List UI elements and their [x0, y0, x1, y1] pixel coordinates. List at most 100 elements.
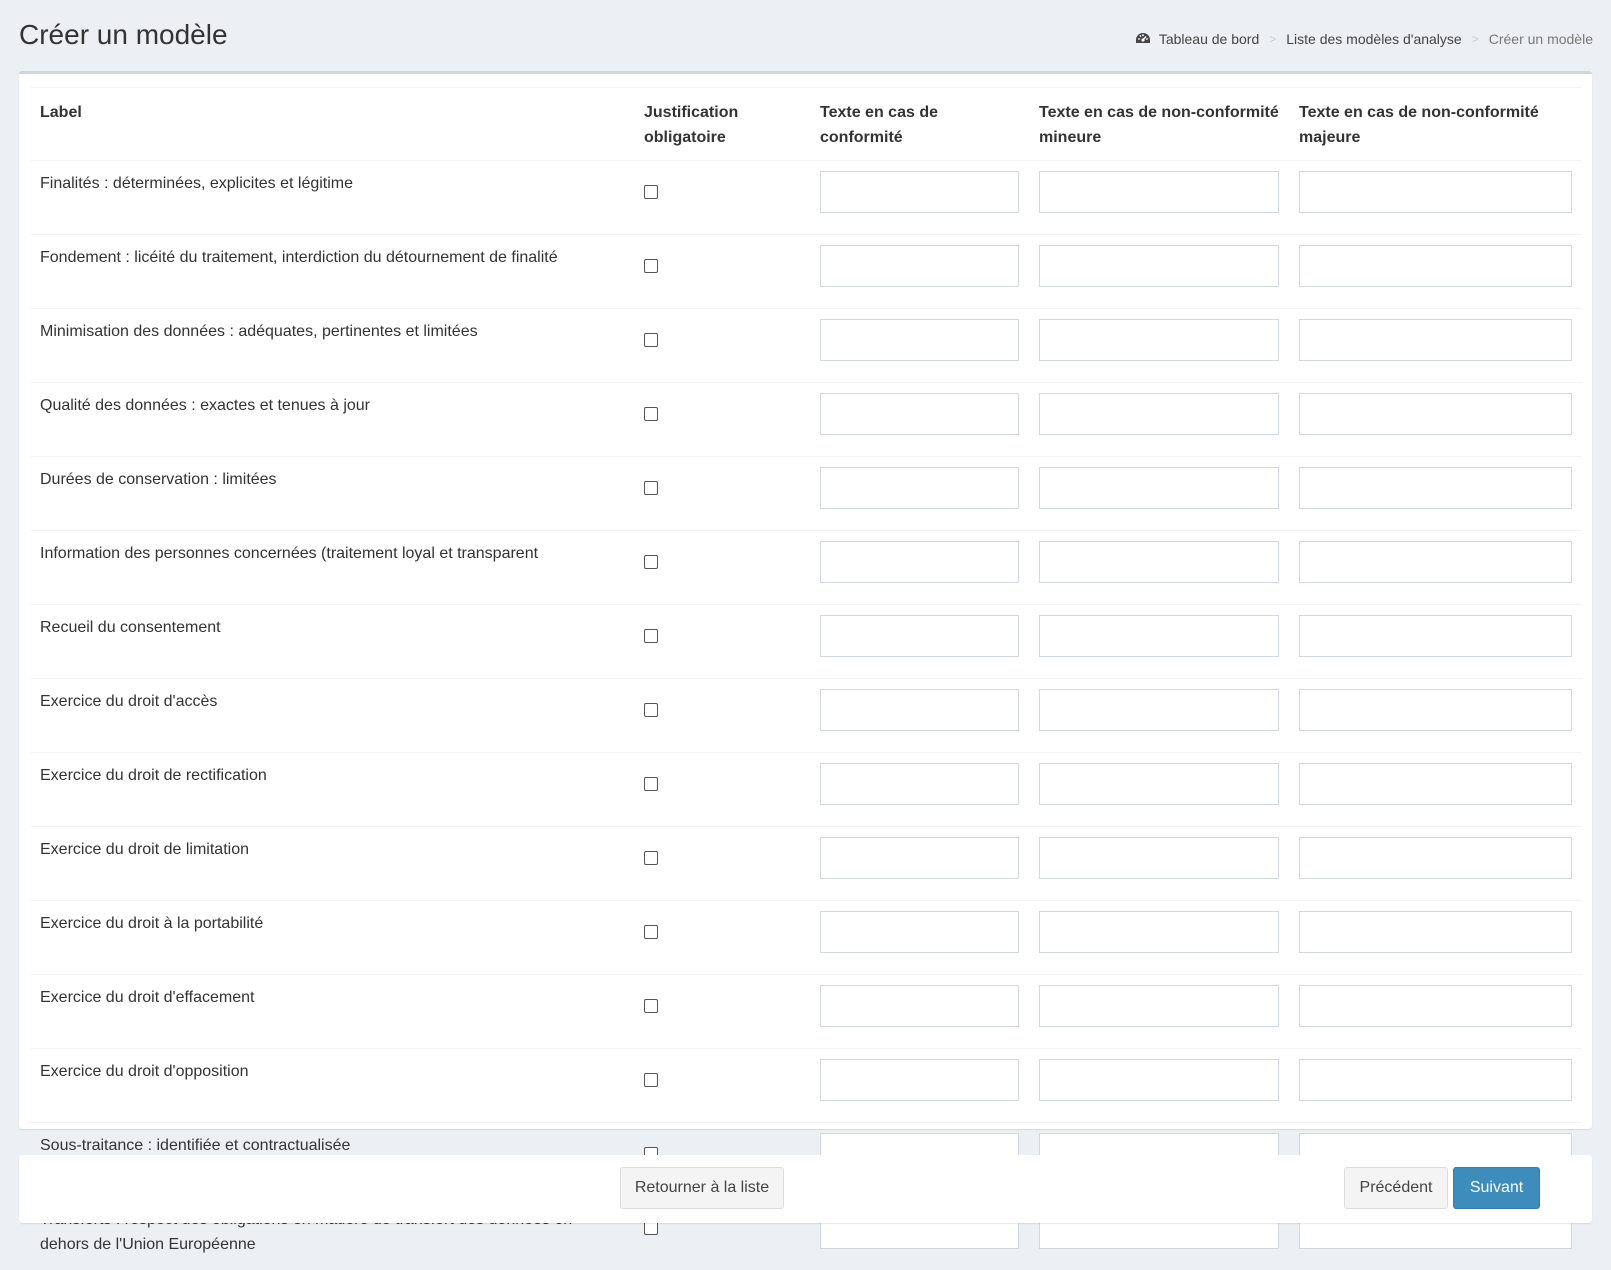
minor-nonconformity-text-input[interactable] — [1039, 985, 1279, 1027]
conformity-text-cell — [810, 309, 1029, 383]
minor-nonconformity-text-cell — [1029, 161, 1289, 235]
column-header-label: Label — [30, 88, 634, 161]
table-row: Finalités : déterminées, explicites et l… — [30, 161, 1582, 235]
row-label: Exercice du droit d'opposition — [30, 1049, 634, 1123]
minor-nonconformity-text-input[interactable] — [1039, 319, 1279, 361]
row-label: Qualité des données : exactes et tenues … — [30, 383, 634, 457]
conformity-text-cell — [810, 827, 1029, 901]
major-nonconformity-text-input[interactable] — [1299, 245, 1572, 287]
conformity-text-input[interactable] — [820, 319, 1019, 361]
major-nonconformity-text-input[interactable] — [1299, 467, 1572, 509]
minor-nonconformity-text-cell — [1029, 679, 1289, 753]
justification-checkbox[interactable] — [644, 555, 658, 569]
conformity-text-input[interactable] — [820, 393, 1019, 435]
minor-nonconformity-text-input[interactable] — [1039, 171, 1279, 213]
conformity-text-input[interactable] — [820, 911, 1019, 953]
back-to-list-button[interactable]: Retourner à la liste — [620, 1167, 784, 1209]
justification-checkbox[interactable] — [644, 1073, 658, 1087]
justification-checkbox[interactable] — [644, 851, 658, 865]
justification-checkbox[interactable] — [644, 925, 658, 939]
major-nonconformity-text-cell — [1289, 975, 1582, 1049]
minor-nonconformity-text-input[interactable] — [1039, 467, 1279, 509]
table-row: Exercice du droit d'effacement — [30, 975, 1582, 1049]
conformity-text-input[interactable] — [820, 1059, 1019, 1101]
conformity-text-cell — [810, 1049, 1029, 1123]
row-label: Minimisation des données : adéquates, pe… — [30, 309, 634, 383]
minor-nonconformity-text-input[interactable] — [1039, 1059, 1279, 1101]
conformity-text-input[interactable] — [820, 763, 1019, 805]
major-nonconformity-text-input[interactable] — [1299, 615, 1572, 657]
justification-checkbox[interactable] — [644, 1221, 658, 1235]
conformity-text-input[interactable] — [820, 245, 1019, 287]
row-label: Exercice du droit de rectification — [30, 753, 634, 827]
next-button[interactable]: Suivant — [1453, 1167, 1540, 1209]
conformity-text-cell — [810, 679, 1029, 753]
column-header-justification: Justification obligatoire — [634, 88, 810, 161]
justification-cell — [634, 1049, 810, 1123]
conformity-text-cell — [810, 901, 1029, 975]
dashboard-icon — [1135, 31, 1151, 47]
major-nonconformity-text-cell — [1289, 531, 1582, 605]
major-nonconformity-text-input[interactable] — [1299, 985, 1572, 1027]
breadcrumb-separator: > — [1269, 28, 1276, 50]
justification-checkbox[interactable] — [644, 703, 658, 717]
conformity-text-cell — [810, 753, 1029, 827]
minor-nonconformity-text-input[interactable] — [1039, 837, 1279, 879]
major-nonconformity-text-input[interactable] — [1299, 171, 1572, 213]
justification-checkbox[interactable] — [644, 259, 658, 273]
major-nonconformity-text-input[interactable] — [1299, 837, 1572, 879]
major-nonconformity-text-input[interactable] — [1299, 393, 1572, 435]
minor-nonconformity-text-input[interactable] — [1039, 911, 1279, 953]
minor-nonconformity-text-input[interactable] — [1039, 689, 1279, 731]
major-nonconformity-text-input[interactable] — [1299, 763, 1572, 805]
row-label: Fondement : licéité du traitement, inter… — [30, 235, 634, 309]
major-nonconformity-text-input[interactable] — [1299, 689, 1572, 731]
table-row: Recueil du consentement — [30, 605, 1582, 679]
minor-nonconformity-text-input[interactable] — [1039, 245, 1279, 287]
breadcrumb-models-list-link[interactable]: Liste des modèles d'analyse — [1286, 28, 1461, 50]
major-nonconformity-text-input[interactable] — [1299, 1059, 1572, 1101]
minor-nonconformity-text-input[interactable] — [1039, 541, 1279, 583]
justification-cell — [634, 457, 810, 531]
table-row: Information des personnes concernées (tr… — [30, 531, 1582, 605]
justification-checkbox[interactable] — [644, 999, 658, 1013]
table-row: Exercice du droit d'opposition — [30, 1049, 1582, 1123]
major-nonconformity-text-input[interactable] — [1299, 541, 1572, 583]
major-nonconformity-text-input[interactable] — [1299, 319, 1572, 361]
minor-nonconformity-text-cell — [1029, 605, 1289, 679]
models-form-box: Label Justification obligatoire Texte en… — [19, 71, 1592, 1129]
justification-checkbox[interactable] — [644, 481, 658, 495]
row-label: Exercice du droit d'accès — [30, 679, 634, 753]
justification-checkbox[interactable] — [644, 185, 658, 199]
justification-cell — [634, 679, 810, 753]
justification-checkbox[interactable] — [644, 333, 658, 347]
table-row: Fondement : licéité du traitement, inter… — [30, 235, 1582, 309]
major-nonconformity-text-cell — [1289, 679, 1582, 753]
previous-button[interactable]: Précédent — [1344, 1167, 1448, 1209]
minor-nonconformity-text-cell — [1029, 383, 1289, 457]
justification-checkbox[interactable] — [644, 629, 658, 643]
content-header: Créer un modèle Tableau de bord > Liste … — [0, 0, 1611, 71]
minor-nonconformity-text-cell — [1029, 531, 1289, 605]
conformity-text-input[interactable] — [820, 689, 1019, 731]
major-nonconformity-text-input[interactable] — [1299, 911, 1572, 953]
conformity-text-cell — [810, 605, 1029, 679]
conformity-text-input[interactable] — [820, 985, 1019, 1027]
conformity-text-input[interactable] — [820, 837, 1019, 879]
justification-checkbox[interactable] — [644, 777, 658, 791]
row-label: Durées de conservation : limitées — [30, 457, 634, 531]
conformity-text-input[interactable] — [820, 171, 1019, 213]
justification-checkbox[interactable] — [644, 407, 658, 421]
conformity-text-input[interactable] — [820, 467, 1019, 509]
conformity-text-cell — [810, 235, 1029, 309]
minor-nonconformity-text-input[interactable] — [1039, 763, 1279, 805]
row-label: Exercice du droit d'effacement — [30, 975, 634, 1049]
table-row: Exercice du droit de rectification — [30, 753, 1582, 827]
minor-nonconformity-text-input[interactable] — [1039, 393, 1279, 435]
conformity-text-cell — [810, 975, 1029, 1049]
breadcrumb-dashboard-link[interactable]: Tableau de bord — [1159, 28, 1259, 50]
minor-nonconformity-text-input[interactable] — [1039, 615, 1279, 657]
conformity-text-input[interactable] — [820, 541, 1019, 583]
conformity-text-input[interactable] — [820, 615, 1019, 657]
table-row: Qualité des données : exactes et tenues … — [30, 383, 1582, 457]
